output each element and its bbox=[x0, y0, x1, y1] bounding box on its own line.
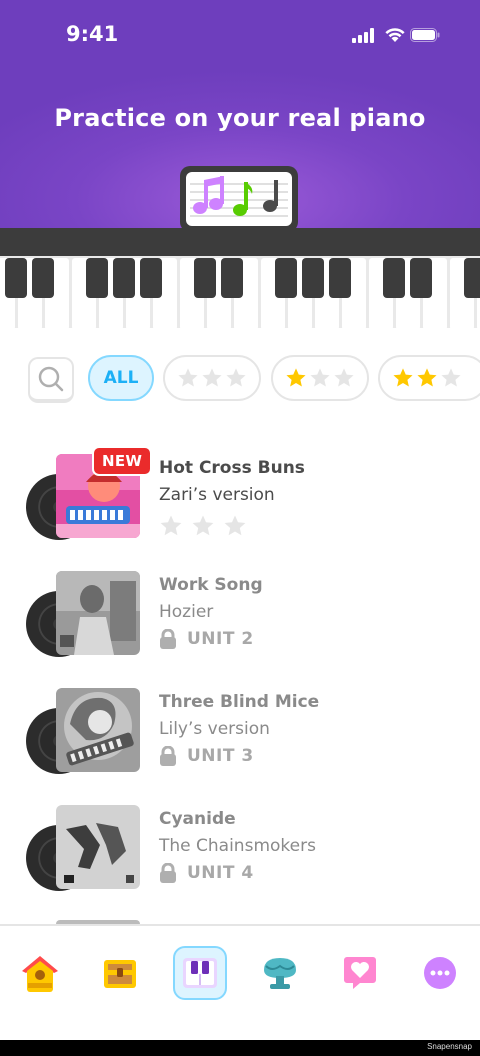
search-button[interactable] bbox=[28, 357, 74, 403]
song-cover-art bbox=[56, 571, 140, 655]
status-time: 9:41 bbox=[66, 22, 119, 46]
heart-icon bbox=[344, 957, 376, 989]
song-title: Hot Cross Buns bbox=[159, 458, 305, 478]
song-artist: Lily’s version bbox=[159, 719, 270, 739]
bottom-nav bbox=[0, 924, 480, 1040]
page-title: Practice on your real piano bbox=[54, 104, 426, 132]
tab-health[interactable] bbox=[333, 946, 387, 1000]
song-item[interactable]: Three Blind Mice Lily’s version UNIT 3 bbox=[0, 688, 480, 788]
star-empty-icon bbox=[192, 515, 214, 536]
filter-bar: ALL bbox=[0, 355, 480, 403]
more-icon bbox=[424, 957, 456, 989]
piano-icon bbox=[183, 958, 217, 988]
song-artist: Hozier bbox=[159, 602, 214, 622]
black-key bbox=[194, 258, 216, 298]
lock-icon bbox=[160, 863, 176, 883]
star-empty-icon bbox=[224, 515, 246, 536]
star-empty-icon bbox=[160, 515, 182, 536]
treasure-chest-icon bbox=[104, 960, 136, 988]
stars-zero-icon bbox=[177, 367, 247, 389]
black-key bbox=[113, 258, 135, 298]
status-bar: 9:41 bbox=[0, 20, 480, 52]
unit-label: UNIT 2 bbox=[187, 629, 254, 649]
tab-more[interactable] bbox=[413, 946, 467, 1000]
black-key bbox=[221, 258, 243, 298]
piano-keyboard-illustration bbox=[0, 228, 480, 338]
tab-chest[interactable] bbox=[93, 946, 147, 1000]
header-hero: 9:41 Practice on your real piano bbox=[0, 0, 480, 234]
tab-piano[interactable] bbox=[173, 946, 227, 1000]
black-key bbox=[302, 258, 324, 298]
star-filled-icon bbox=[417, 368, 437, 387]
shop-icon bbox=[264, 958, 296, 989]
filter-zero-stars[interactable] bbox=[163, 355, 261, 401]
filter-all[interactable]: ALL bbox=[88, 355, 154, 401]
black-key bbox=[275, 258, 297, 298]
star-empty-icon bbox=[334, 368, 354, 387]
star-empty-icon bbox=[441, 368, 461, 387]
unit-label: UNIT 4 bbox=[187, 863, 254, 883]
wifi-icon bbox=[385, 28, 405, 42]
star-rating-icon bbox=[159, 514, 247, 538]
screen: 9:41 Practice on your real piano ALL NEW… bbox=[0, 0, 480, 1040]
star-filled-icon bbox=[286, 368, 306, 387]
search-icon bbox=[38, 366, 64, 392]
home-icon bbox=[22, 956, 58, 992]
cellular-signal-icon bbox=[352, 28, 374, 43]
song-stars bbox=[159, 514, 247, 538]
star-empty-icon bbox=[178, 368, 198, 387]
footer-strip: Snapensnap bbox=[0, 1040, 480, 1056]
song-item[interactable]: NEW Hot Cross Buns Zari’s version bbox=[0, 446, 480, 554]
black-key bbox=[464, 258, 480, 298]
filter-all-label: ALL bbox=[103, 368, 139, 388]
tab-shop[interactable] bbox=[253, 946, 307, 1000]
lock-icon bbox=[160, 746, 176, 766]
lock-icon bbox=[160, 629, 176, 649]
star-empty-icon bbox=[226, 368, 246, 387]
black-key bbox=[86, 258, 108, 298]
song-cover-art bbox=[56, 688, 140, 772]
song-artist: The Chainsmokers bbox=[159, 836, 316, 856]
song-title: Three Blind Mice bbox=[159, 692, 320, 712]
battery-icon bbox=[410, 28, 440, 42]
filter-two-stars[interactable] bbox=[378, 355, 480, 401]
tab-home[interactable] bbox=[13, 946, 67, 1000]
black-key bbox=[32, 258, 54, 298]
black-key bbox=[329, 258, 351, 298]
watermark: Snapensnap bbox=[427, 1042, 472, 1051]
unit-label: UNIT 3 bbox=[187, 746, 254, 766]
song-cover-art bbox=[56, 805, 140, 889]
song-artist: Zari’s version bbox=[159, 485, 275, 505]
stars-one-icon bbox=[285, 367, 355, 389]
song-item[interactable]: Work Song Hozier UNIT 2 bbox=[0, 571, 480, 671]
lock-row: UNIT 3 bbox=[159, 746, 254, 766]
black-key bbox=[410, 258, 432, 298]
star-empty-icon bbox=[202, 368, 222, 387]
filter-one-star[interactable] bbox=[271, 355, 369, 401]
lock-row: UNIT 4 bbox=[159, 863, 254, 883]
star-empty-icon bbox=[310, 368, 330, 387]
song-title: Cyanide bbox=[159, 809, 236, 829]
new-badge: NEW bbox=[92, 446, 153, 476]
star-filled-icon bbox=[393, 368, 413, 387]
lock-row: UNIT 2 bbox=[159, 629, 254, 649]
song-item[interactable]: Cyanide The Chainsmokers UNIT 4 bbox=[0, 805, 480, 905]
stars-two-icon bbox=[392, 367, 462, 389]
music-stand-icon bbox=[180, 166, 298, 234]
song-title: Work Song bbox=[159, 575, 263, 595]
black-key bbox=[383, 258, 405, 298]
black-key bbox=[140, 258, 162, 298]
black-key bbox=[5, 258, 27, 298]
